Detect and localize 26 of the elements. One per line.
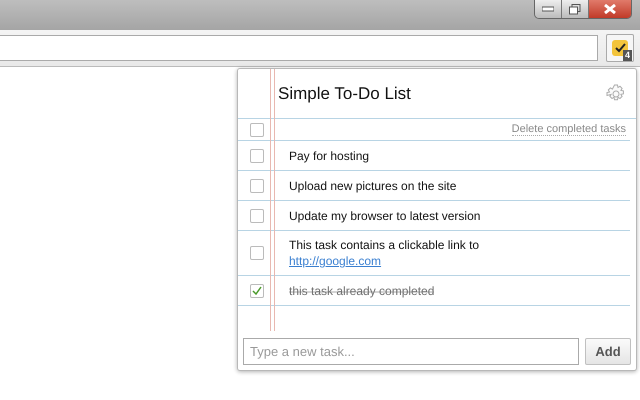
settings-icon[interactable] xyxy=(606,84,626,104)
checkmark-icon xyxy=(611,39,629,57)
checkbox[interactable] xyxy=(250,208,264,222)
restore-button[interactable] xyxy=(562,0,589,18)
extension-button[interactable]: 4 xyxy=(606,34,634,62)
add-button[interactable]: Add xyxy=(585,338,631,365)
new-task-field[interactable]: Type a new task... xyxy=(243,338,579,365)
restore-icon xyxy=(569,4,581,14)
checkbox[interactable] xyxy=(250,284,264,298)
task-text: Pay for hosting xyxy=(288,148,370,164)
checkbox[interactable] xyxy=(250,122,264,136)
close-icon xyxy=(603,4,617,14)
count-badge: 4 xyxy=(622,50,632,61)
task-text: Update my browser to latest version xyxy=(288,208,482,224)
close-button[interactable] xyxy=(589,0,631,18)
task-text: Upload new pictures on the site xyxy=(288,178,458,194)
checkbox[interactable] xyxy=(250,178,264,192)
checkbox[interactable] xyxy=(250,246,264,260)
popup-title: Simple To-Do List xyxy=(278,84,412,104)
address-bar[interactable] xyxy=(0,35,598,61)
minimize-button[interactable] xyxy=(535,0,562,18)
minimize-icon xyxy=(542,6,554,12)
delete-completed-link[interactable]: Delete completed tasks xyxy=(512,123,626,136)
task-link[interactable]: http://google.com xyxy=(289,254,382,268)
checkbox[interactable] xyxy=(250,148,264,162)
task-text: This task contains a clickable link to http://google.com xyxy=(288,237,480,270)
